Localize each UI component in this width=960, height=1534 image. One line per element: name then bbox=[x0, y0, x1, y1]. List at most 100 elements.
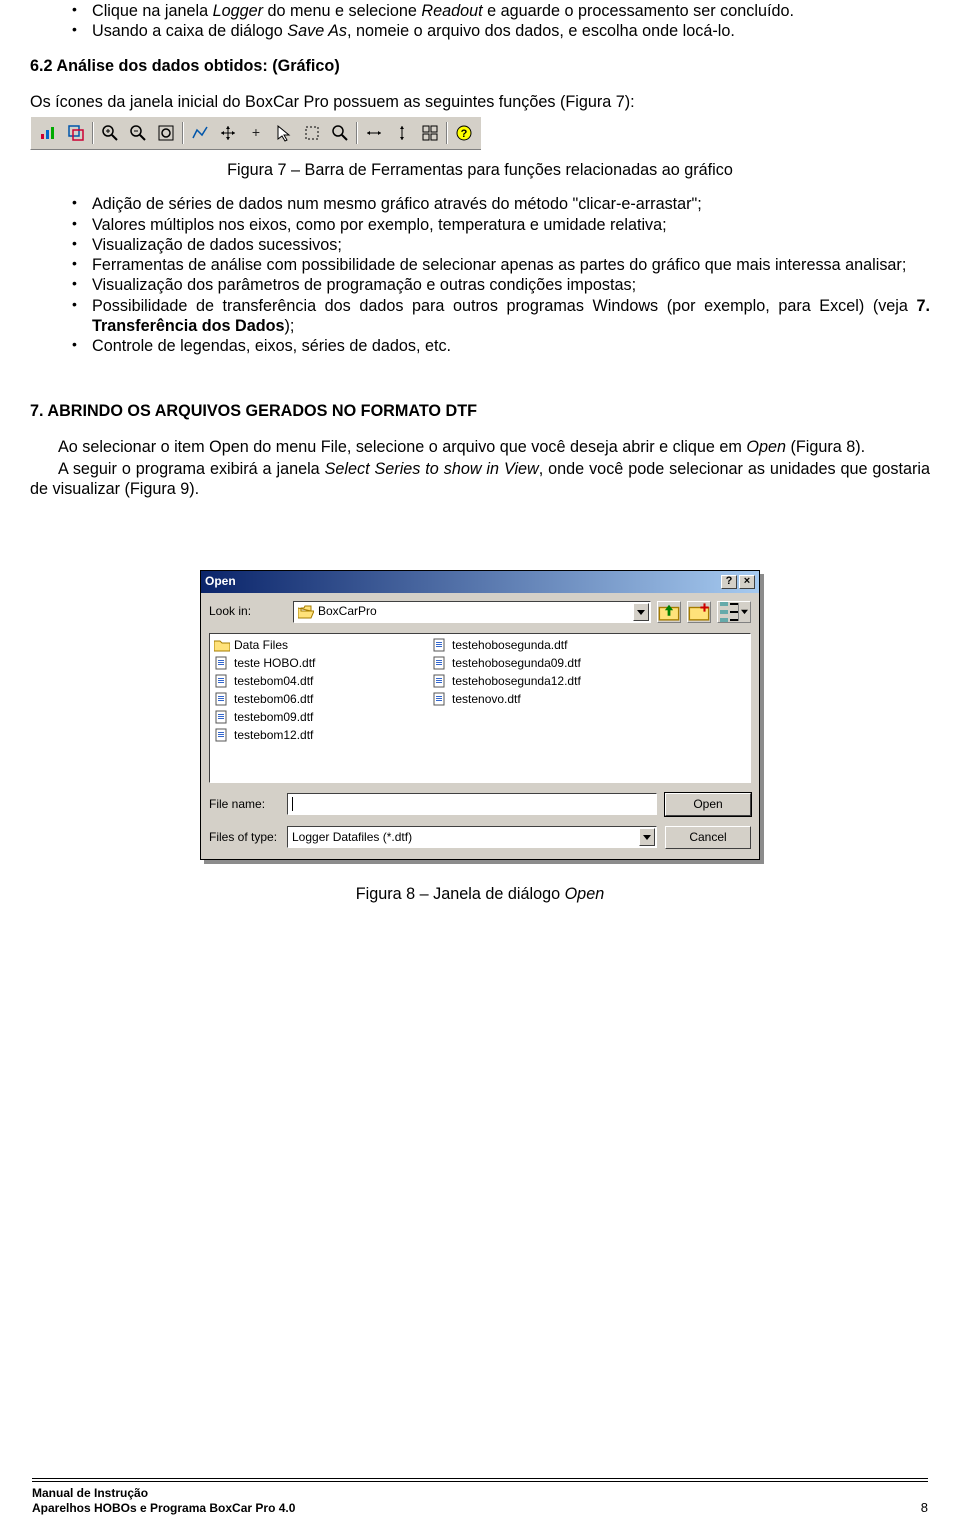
figure-caption-7: Figura 7 – Barra de Ferramentas para fun… bbox=[30, 160, 930, 180]
figure-caption-8: Figura 8 – Janela de diálogo Open bbox=[30, 884, 930, 904]
folder-open-icon bbox=[298, 605, 314, 619]
lookin-label: Look in: bbox=[209, 604, 287, 619]
dialog-title: Open bbox=[205, 574, 236, 589]
text: ); bbox=[285, 317, 295, 335]
lookin-combo[interactable]: BoxCarPro bbox=[293, 601, 651, 623]
pan-icon[interactable] bbox=[215, 120, 241, 146]
text: e aguarde o processamento ser concluído. bbox=[483, 2, 794, 20]
file-item[interactable]: testebom12.dtf bbox=[214, 728, 414, 743]
file-item[interactable]: testebom06.dtf bbox=[214, 692, 414, 707]
file-name: testebom06.dtf bbox=[234, 692, 313, 707]
text: Usando a caixa de diálogo bbox=[92, 22, 287, 40]
file-icon bbox=[432, 656, 448, 670]
file-icon bbox=[432, 692, 448, 706]
marquee-icon[interactable] bbox=[299, 120, 325, 146]
list-item: Usando a caixa de diálogo Save As, nomei… bbox=[72, 21, 930, 41]
list-item: Controle de legendas, eixos, séries de d… bbox=[72, 336, 930, 356]
chart-icon[interactable] bbox=[35, 120, 61, 146]
chevron-down-icon[interactable] bbox=[639, 828, 655, 846]
file-item[interactable]: testehobosegunda12.dtf bbox=[432, 674, 632, 689]
file-icon bbox=[432, 674, 448, 688]
overlay-icon[interactable] bbox=[63, 120, 89, 146]
svg-text:?: ? bbox=[461, 128, 468, 140]
file-item[interactable]: testebom09.dtf bbox=[214, 710, 414, 725]
file-name: testehobosegunda12.dtf bbox=[452, 674, 581, 689]
help-icon[interactable]: ? bbox=[721, 575, 737, 589]
crosshair-icon[interactable]: + bbox=[243, 120, 269, 146]
filename-input[interactable] bbox=[287, 793, 657, 815]
zoom-in-icon[interactable] bbox=[97, 120, 123, 146]
open-dialog: Open ? × Look in: BoxCarPro bbox=[200, 570, 760, 860]
file-item[interactable]: testebom04.dtf bbox=[214, 674, 414, 689]
up-folder-icon[interactable] bbox=[657, 601, 681, 623]
file-name: testenovo.dtf bbox=[452, 692, 521, 707]
close-icon[interactable]: × bbox=[739, 575, 755, 589]
zoom-out-icon[interactable] bbox=[125, 120, 151, 146]
file-icon bbox=[214, 674, 230, 688]
text-italic: Select Series to show in View bbox=[325, 460, 539, 478]
list-item: Visualização dos parâmetros de programaç… bbox=[72, 275, 930, 295]
text-italic: Logger bbox=[213, 2, 263, 20]
toolbar-separator bbox=[182, 122, 184, 144]
text-italic: Save As bbox=[287, 22, 347, 40]
file-name: testehobosegunda09.dtf bbox=[452, 656, 581, 671]
footer-line: Manual de Instrução bbox=[32, 1486, 295, 1501]
chevron-down-icon[interactable] bbox=[738, 603, 749, 621]
expand-v-icon[interactable] bbox=[389, 120, 415, 146]
list-item: Ferramentas de análise com possibilidade… bbox=[72, 255, 930, 275]
chevron-down-icon[interactable] bbox=[633, 603, 649, 621]
text: (Figura 8). bbox=[786, 438, 865, 456]
file-item[interactable]: testehobosegunda.dtf bbox=[432, 638, 632, 653]
cancel-button[interactable]: Cancel bbox=[665, 826, 751, 849]
file-item[interactable]: teste HOBO.dtf bbox=[214, 656, 414, 671]
footer-line: Aparelhos HOBOs e Programa BoxCar Pro 4.… bbox=[32, 1501, 295, 1516]
bullet-list-instructions: Clique na janela Logger do menu e seleci… bbox=[30, 1, 930, 42]
text: , nomeie o arquivo dos dados, e escolha … bbox=[347, 22, 735, 40]
paragraph: Ao selecionar o item Open do menu File, … bbox=[30, 437, 930, 457]
list-view-icon[interactable] bbox=[717, 601, 751, 623]
open-button[interactable]: Open bbox=[665, 793, 751, 816]
page-footer: Manual de Instrução Aparelhos HOBOs e Pr… bbox=[32, 1478, 928, 1516]
filename-label: File name: bbox=[209, 797, 287, 812]
line-icon[interactable] bbox=[187, 120, 213, 146]
text-cursor bbox=[292, 797, 293, 811]
section-heading-7: 7. ABRINDO OS ARQUIVOS GERADOS NO FORMAT… bbox=[30, 401, 930, 421]
pointer-icon[interactable] bbox=[271, 120, 297, 146]
paragraph: A seguir o programa exibirá a janela Sel… bbox=[30, 459, 930, 500]
filetype-label: Files of type: bbox=[209, 830, 287, 845]
toolbar-separator bbox=[92, 122, 94, 144]
text: Clique na janela bbox=[92, 2, 213, 20]
text: A seguir o programa exibirá a janela bbox=[58, 460, 325, 478]
bullet-list-features: Adição de séries de dados num mesmo gráf… bbox=[30, 194, 930, 356]
text-italic: Open bbox=[746, 438, 786, 456]
file-item[interactable]: Data Files bbox=[214, 638, 414, 653]
help-icon[interactable]: ? bbox=[451, 120, 477, 146]
file-icon bbox=[214, 710, 230, 724]
file-name: testebom12.dtf bbox=[234, 728, 313, 743]
paragraph: Os ícones da janela inicial do BoxCar Pr… bbox=[30, 92, 930, 112]
filetype-combo[interactable]: Logger Datafiles (*.dtf) bbox=[287, 826, 657, 848]
zoom-fit-icon[interactable] bbox=[153, 120, 179, 146]
file-icon bbox=[432, 638, 448, 652]
file-item[interactable]: testenovo.dtf bbox=[432, 692, 632, 707]
file-item[interactable]: testehobosegunda09.dtf bbox=[432, 656, 632, 671]
list-item: Clique na janela Logger do menu e seleci… bbox=[72, 1, 930, 21]
list-item: Adição de séries de dados num mesmo gráf… bbox=[72, 194, 930, 214]
list-item: Valores múltiplos nos eixos, como por ex… bbox=[72, 215, 930, 235]
folder-icon bbox=[214, 638, 230, 652]
expand-h-icon[interactable] bbox=[361, 120, 387, 146]
text: Figura 8 – Janela de diálogo bbox=[356, 885, 565, 903]
new-folder-icon[interactable] bbox=[687, 601, 711, 623]
toolbar-separator bbox=[356, 122, 358, 144]
lookin-value: BoxCarPro bbox=[318, 604, 377, 619]
grid-icon[interactable] bbox=[417, 120, 443, 146]
file-icon bbox=[214, 728, 230, 742]
file-name: testehobosegunda.dtf bbox=[452, 638, 567, 653]
page-number: 8 bbox=[921, 1500, 928, 1516]
dialog-titlebar: Open ? × bbox=[201, 571, 759, 593]
list-item: Visualização de dados sucessivos; bbox=[72, 235, 930, 255]
file-name: teste HOBO.dtf bbox=[234, 656, 315, 671]
file-list[interactable]: Data Files teste HOBO.dtf testebom04.dtf… bbox=[209, 633, 751, 783]
zoom-icon[interactable] bbox=[327, 120, 353, 146]
text: Ao selecionar o item Open do menu File, … bbox=[58, 438, 746, 456]
